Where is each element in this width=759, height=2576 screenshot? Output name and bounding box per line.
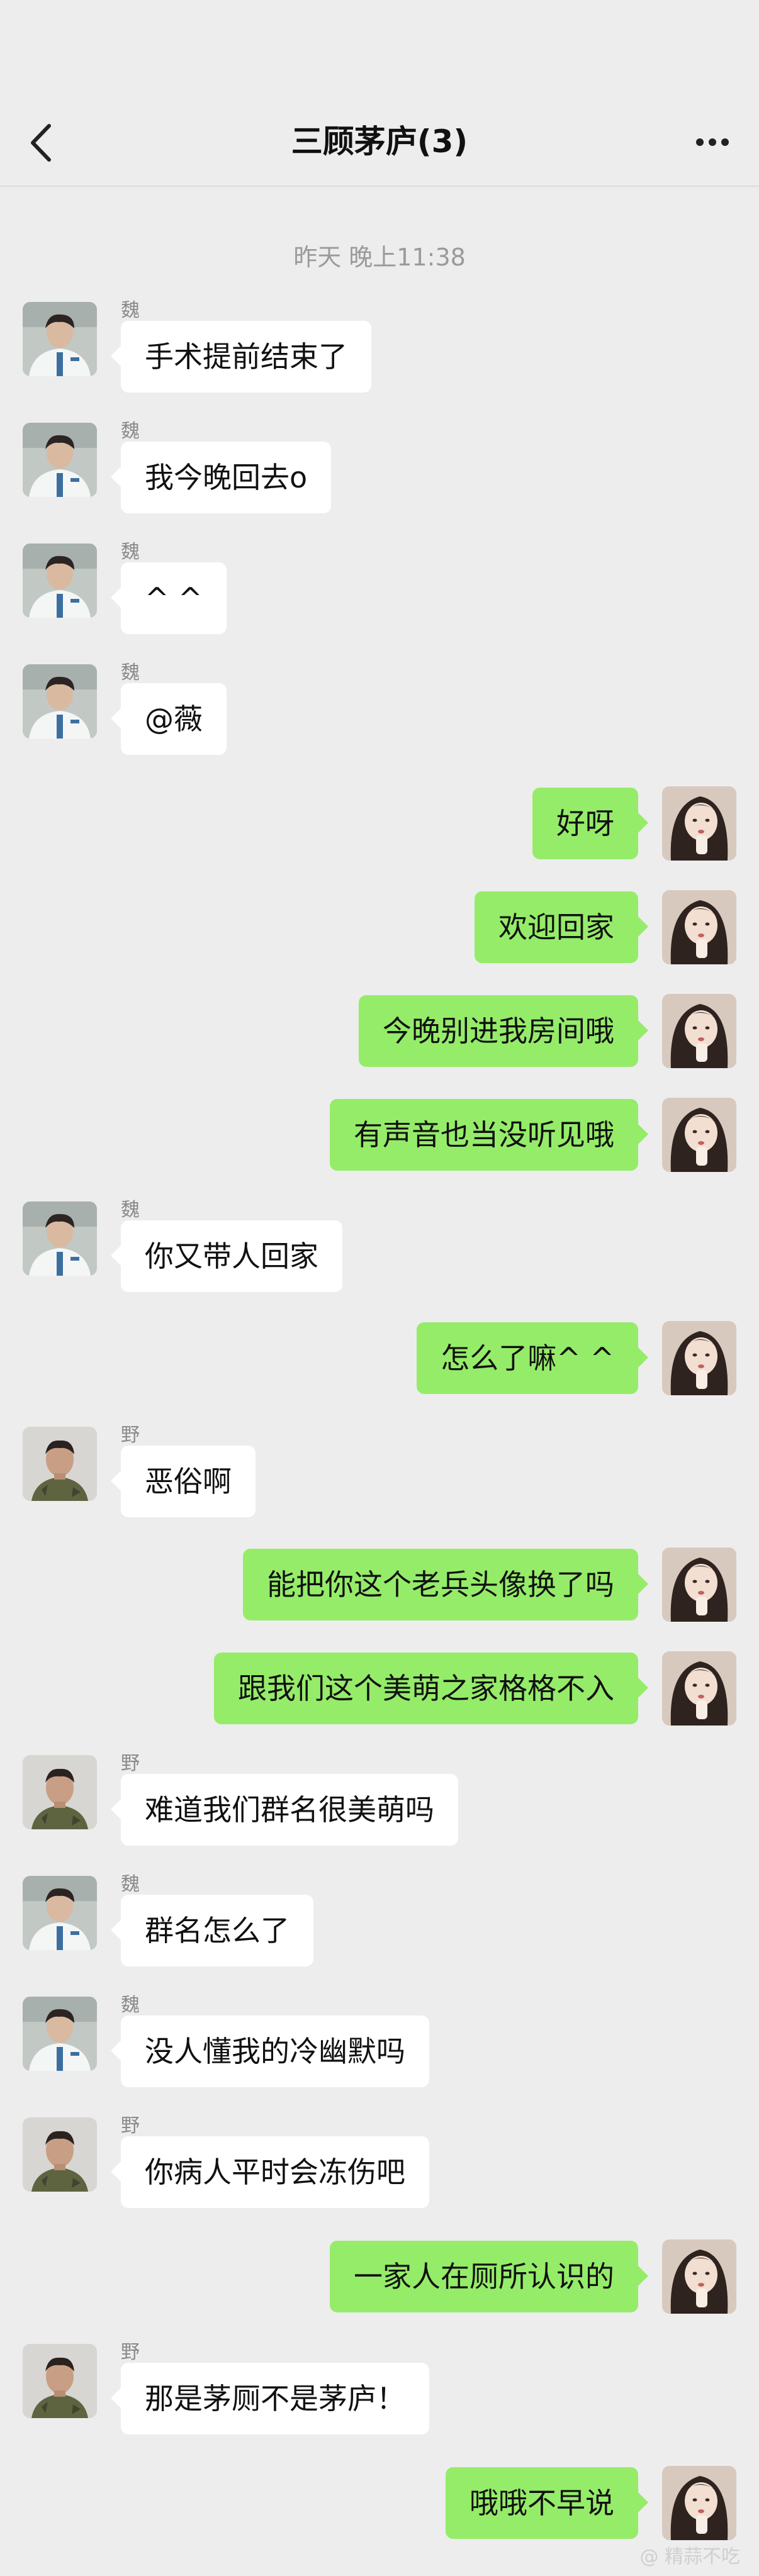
- message-bubble[interactable]: 没人懂我的冷幽默吗: [111, 2016, 429, 2087]
- avatar-self-image: [662, 1098, 736, 1172]
- avatar-wei-image: [23, 1997, 97, 2071]
- avatar[interactable]: [23, 1427, 97, 1501]
- sender-name: 魏: [121, 1199, 140, 1221]
- avatar[interactable]: [662, 1321, 736, 1395]
- message-bubble[interactable]: 手术提前结束了: [111, 321, 371, 393]
- avatar-self-image: [662, 2466, 736, 2540]
- sender-name: 魏: [121, 299, 140, 321]
- avatar-wei-image: [23, 1202, 97, 1276]
- avatar-self-image: [662, 890, 736, 964]
- avatar[interactable]: [23, 2344, 97, 2418]
- avatar-wei-image: [23, 302, 97, 376]
- avatar[interactable]: [662, 1547, 736, 1622]
- avatar[interactable]: [662, 2239, 736, 2314]
- avatar-ye-image: [23, 2117, 97, 2192]
- sender-name: 魏: [121, 662, 140, 684]
- message-bubble[interactable]: 我今晚回去o: [110, 442, 332, 513]
- avatar-ye-image: [23, 1755, 97, 1829]
- message-bubble[interactable]: 欢迎回家: [475, 891, 648, 963]
- message-row-outgoing: 好呀: [0, 786, 759, 881]
- chat-title: 三顾茅庐(3): [291, 123, 468, 160]
- sender-name: 野: [121, 2115, 140, 2137]
- message-bubble[interactable]: @薇: [111, 683, 227, 755]
- sender-name: 野: [121, 1424, 140, 1446]
- avatar-wei-image: [23, 1876, 97, 1950]
- message-row-incoming: 魏没人懂我的冷幽默吗: [0, 1994, 759, 2091]
- sender-name: 魏: [121, 1994, 140, 2016]
- avatar[interactable]: [23, 302, 97, 376]
- avatar[interactable]: [662, 2466, 736, 2540]
- message-row-outgoing: 欢迎回家: [0, 890, 759, 984]
- avatar[interactable]: [662, 786, 736, 861]
- watermark: @ 精蒜不吃: [639, 2546, 740, 2568]
- message-bubble[interactable]: 跟我们这个美萌之家格格不入: [214, 1653, 648, 1724]
- avatar-wei-image: [23, 423, 97, 497]
- message-bubble[interactable]: 哦哦不早说: [446, 2467, 648, 2539]
- avatar[interactable]: [23, 423, 97, 497]
- message-row-outgoing: 有声音也当没听见哦: [0, 1098, 759, 1192]
- message-timestamp: 昨天 晚上11:38: [293, 243, 466, 271]
- avatar[interactable]: [662, 1651, 736, 1726]
- message-row-outgoing: 今晚别进我房间哦: [0, 994, 759, 1088]
- message-bubble[interactable]: 能把你这个老兵头像换了吗: [243, 1549, 648, 1620]
- message-row-incoming: 野难道我们群名很美萌吗: [0, 1753, 759, 1849]
- message-bubble[interactable]: 今晚别进我房间哦: [359, 995, 648, 1067]
- avatar-ye-image: [23, 2344, 97, 2418]
- message-row-outgoing: 能把你这个老兵头像换了吗: [0, 1547, 759, 1642]
- message-bubble[interactable]: 难道我们群名很美萌吗: [111, 1774, 458, 1846]
- avatar[interactable]: [23, 1202, 97, 1276]
- message-bubble[interactable]: 群名怎么了: [111, 1895, 313, 1966]
- avatar[interactable]: [662, 994, 736, 1068]
- sender-name: 野: [121, 2341, 140, 2363]
- message-row-outgoing: 跟我们这个美萌之家格格不入: [0, 1651, 759, 1746]
- message-row-incoming: 魏 @薇: [0, 662, 759, 759]
- avatar[interactable]: [23, 2117, 97, 2192]
- sender-name: 魏: [121, 420, 140, 442]
- avatar[interactable]: [662, 1098, 736, 1172]
- avatar-self-image: [662, 1651, 736, 1726]
- avatar[interactable]: [23, 1997, 97, 2071]
- message-bubble[interactable]: 一家人在厕所认识的: [330, 2241, 648, 2312]
- avatar[interactable]: [23, 664, 97, 739]
- avatar-self-image: [662, 1321, 736, 1395]
- more-horizontal-icon: [696, 138, 729, 146]
- avatar[interactable]: [662, 890, 736, 964]
- avatar-ye-image: [23, 1427, 97, 1501]
- avatar-self-image: [662, 2239, 736, 2314]
- avatar[interactable]: [23, 1755, 97, 1829]
- message-bubble[interactable]: 那是茅厕不是茅庐！: [111, 2363, 429, 2434]
- message-row-incoming: 魏你又带人回家: [0, 1199, 759, 1296]
- avatar[interactable]: [23, 544, 97, 618]
- avatar-self-image: [662, 786, 736, 861]
- message-row-incoming: 野你病人平时会冻伤吧: [0, 2115, 759, 2212]
- message-bubble[interactable]: 你病人平时会冻伤吧: [111, 2136, 429, 2208]
- message-row-incoming: 野那是茅厕不是茅庐！: [0, 2341, 759, 2438]
- message-row-outgoing: 怎么了嘛^ ^: [0, 1321, 759, 1415]
- message-bubble[interactable]: 恶俗啊: [111, 1446, 256, 1517]
- chat-header: 三顾茅庐(3): [0, 0, 759, 187]
- message-row-incoming: 野恶俗啊: [0, 1424, 759, 1521]
- message-row-incoming: 魏我今晚回去o: [0, 420, 759, 517]
- avatar[interactable]: [23, 1876, 97, 1950]
- message-bubble[interactable]: 怎么了嘛^ ^: [417, 1322, 648, 1394]
- sender-name: 魏: [121, 1873, 140, 1895]
- sender-name: 野: [121, 1753, 140, 1775]
- message-bubble[interactable]: 有声音也当没听见哦: [330, 1099, 648, 1171]
- avatar-wei-image: [23, 664, 97, 739]
- message-bubble[interactable]: ^ ^: [111, 562, 227, 634]
- message-row-outgoing: 一家人在厕所认识的: [0, 2239, 759, 2334]
- message-row-incoming: 魏 ^ ^: [0, 541, 759, 638]
- avatar-wei-image: [23, 544, 97, 618]
- avatar-self-image: [662, 994, 736, 1068]
- avatar-self-image: [662, 1547, 736, 1622]
- message-bubble[interactable]: 好呀: [532, 788, 648, 859]
- message-bubble[interactable]: 你又带人回家: [111, 1220, 342, 1292]
- sender-name: 魏: [121, 541, 140, 563]
- message-row-incoming: 魏手术提前结束了: [0, 299, 759, 396]
- more-button[interactable]: [694, 130, 731, 155]
- message-row-incoming: 魏群名怎么了: [0, 1873, 759, 1970]
